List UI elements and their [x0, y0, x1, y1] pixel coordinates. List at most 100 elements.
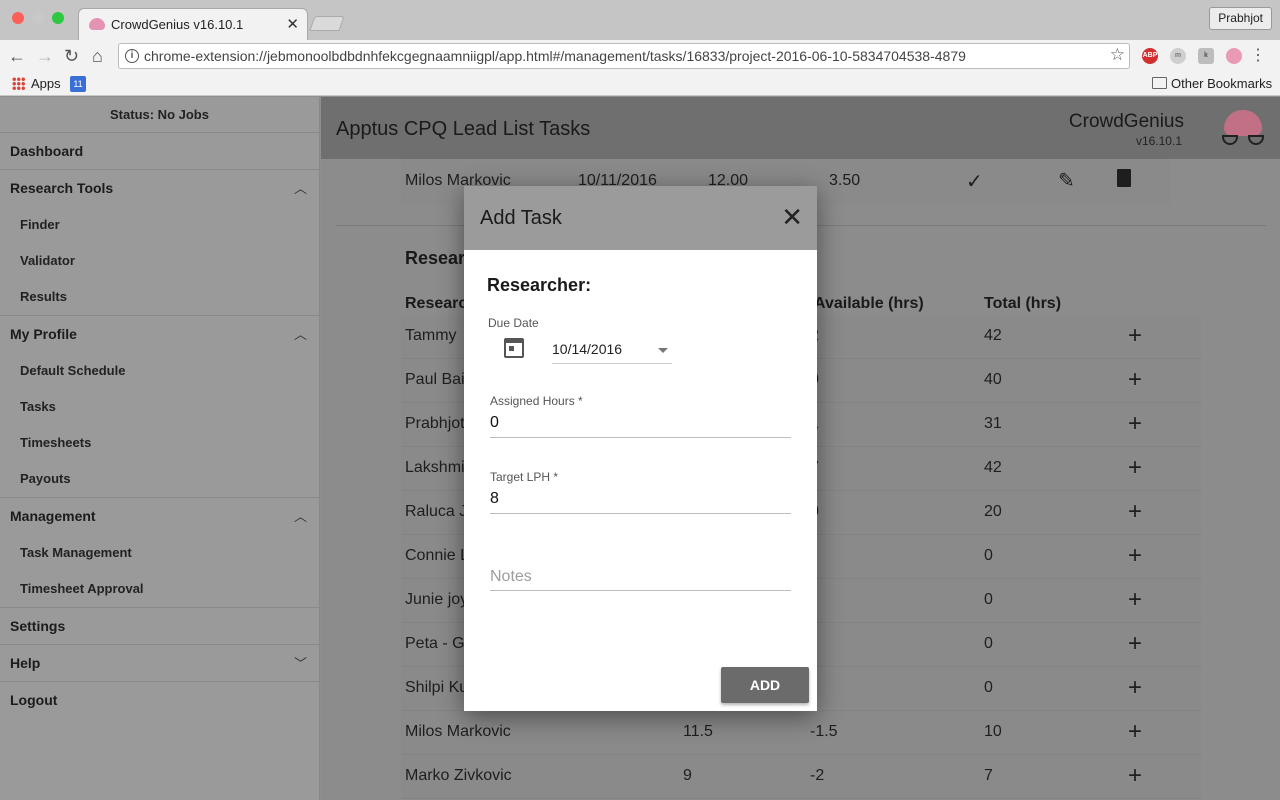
page-title: Apptus CPQ Lead List Tasks [336, 118, 591, 140]
available-value: 11.5 [683, 723, 713, 740]
target-lph-input[interactable] [490, 490, 790, 508]
nav-task-management[interactable]: Task Management [0, 535, 319, 571]
bookmarks-bar: Apps 11 Other Bookmarks [0, 72, 1280, 96]
nav-logout[interactable]: Logout [0, 682, 319, 719]
brain-logo-icon [1224, 110, 1262, 136]
tab-close-icon[interactable]: ✕ [286, 15, 299, 33]
calendar-bookmark-icon[interactable]: 11 [70, 76, 86, 92]
management-group: Task Management Timesheet Approval [0, 535, 319, 608]
close-icon[interactable]: ✕ [781, 202, 803, 232]
add-task-plus-icon[interactable]: + [1128, 629, 1142, 659]
task-lph: 3.50 [829, 172, 861, 189]
calendar-icon[interactable] [504, 338, 524, 358]
add-task-plus-icon[interactable]: + [1128, 673, 1142, 703]
nav-timesheet-approval[interactable]: Timesheet Approval [0, 571, 319, 607]
notes-underline [490, 590, 791, 591]
researcher-name: Marko Zivkovic [405, 767, 512, 784]
nav-my-profile[interactable]: My Profile ︿ [0, 316, 319, 353]
chevron-up-icon[interactable]: ︿ [294, 316, 307, 353]
status-text: Status: No Jobs [0, 97, 319, 133]
info-icon[interactable]: i [125, 49, 139, 63]
browser-tab-bar: CrowdGenius v16.10.1 ✕ Prabhjot [0, 0, 1280, 40]
total-value: 40 [984, 371, 1002, 388]
k-extension-icon[interactable]: k [1198, 48, 1214, 64]
nav-settings[interactable]: Settings [0, 608, 319, 645]
check-icon[interactable]: ✓ [966, 169, 983, 194]
app-header: Apptus CPQ Lead List Tasks CrowdGenius v… [321, 97, 1280, 159]
brain-favicon-icon [89, 18, 105, 30]
browser-tab[interactable]: CrowdGenius v16.10.1 ✕ [78, 8, 308, 40]
nav-default-schedule[interactable]: Default Schedule [0, 353, 319, 389]
add-task-plus-icon[interactable]: + [1128, 453, 1142, 483]
delete-trash-icon[interactable] [1117, 169, 1131, 187]
researcher-name: Lakshmi [405, 459, 465, 476]
nav-results[interactable]: Results [0, 279, 319, 315]
browser-menu-icon[interactable]: ⋮ [1250, 45, 1266, 65]
notes-placeholder[interactable]: Notes [490, 568, 532, 586]
researcher-name: Shilpi Ku [405, 679, 469, 696]
researcher-name: Milos Markovic [405, 723, 511, 740]
nav-dashboard[interactable]: Dashboard [0, 133, 319, 170]
add-task-plus-icon[interactable]: + [1128, 409, 1142, 439]
add-task-plus-icon[interactable]: + [1128, 365, 1142, 395]
chevron-up-icon[interactable]: ︿ [294, 170, 307, 207]
nav-payouts[interactable]: Payouts [0, 461, 319, 497]
researcher-name: Junie joy [405, 591, 469, 608]
assigned-hours-input[interactable] [490, 414, 790, 432]
m-extension-icon[interactable]: m [1170, 48, 1186, 64]
bookmark-star-icon[interactable]: ☆ [1110, 45, 1125, 65]
reload-icon[interactable]: ↻ [64, 45, 79, 67]
address-bar[interactable]: i chrome-extension://jebmonoolbdbdnhfekc… [118, 43, 1130, 69]
other-bookmarks[interactable]: Other Bookmarks [1171, 76, 1272, 91]
back-arrow-icon[interactable]: ← [8, 45, 26, 67]
dialog-title: Add Task [480, 207, 562, 229]
apps-grid-icon[interactable] [12, 77, 25, 90]
nav-help[interactable]: Help ﹀ [0, 645, 319, 682]
adblock-extension-icon[interactable]: ABP [1142, 48, 1158, 64]
caret-down-icon[interactable] [658, 348, 668, 353]
window-zoom-button[interactable] [52, 12, 64, 24]
due-date-value[interactable]: 10/14/2016 [552, 341, 622, 357]
add-task-plus-icon[interactable]: + [1128, 761, 1142, 791]
url-text: chrome-extension://jebmonoolbdbdnhfekcge… [144, 48, 966, 64]
brain-extension-icon[interactable] [1226, 48, 1242, 64]
total-value: 0 [984, 679, 993, 696]
nav-validator[interactable]: Validator [0, 243, 319, 279]
home-icon[interactable]: ⌂ [92, 45, 103, 67]
browser-toolbar: ← → ↻ ⌂ i chrome-extension://jebmonoolbd… [0, 40, 1280, 72]
add-button[interactable]: ADD [721, 667, 809, 703]
apps-bookmark[interactable]: Apps [31, 76, 61, 91]
total-value: 10 [984, 723, 1002, 740]
nav-research-tools[interactable]: Research Tools ︿ [0, 170, 319, 207]
research-tools-group: Finder Validator Results [0, 207, 319, 316]
assigned-hours-label: Assigned Hours * [490, 394, 583, 408]
add-task-plus-icon[interactable]: + [1128, 321, 1142, 351]
add-task-plus-icon[interactable]: + [1128, 585, 1142, 615]
total-value: 31 [984, 415, 1002, 432]
add-task-plus-icon[interactable]: + [1128, 541, 1142, 571]
col-available: Available (hrs) [814, 295, 924, 312]
researcher-name: Paul Bai [405, 371, 465, 388]
total-value: 42 [984, 327, 1002, 344]
profile-button[interactable]: Prabhjot [1209, 7, 1272, 30]
edit-pencil-icon[interactable]: ✎ [1058, 168, 1075, 193]
nav-finder[interactable]: Finder [0, 207, 319, 243]
add-task-plus-icon[interactable]: + [1128, 497, 1142, 527]
chevron-down-icon[interactable]: ﹀ [294, 645, 307, 682]
nav-my-profile-label: My Profile [10, 326, 77, 342]
window-minimize-button[interactable] [32, 12, 44, 24]
add-task-plus-icon[interactable]: + [1128, 717, 1142, 747]
due-date-label: Due Date [488, 316, 539, 330]
nav-management[interactable]: Management ︿ [0, 498, 319, 535]
nav-management-label: Management [10, 508, 96, 524]
new-tab-button[interactable] [309, 16, 345, 31]
nav-tasks[interactable]: Tasks [0, 389, 319, 425]
brand-version: v16.10.1 [1135, 134, 1182, 148]
chevron-up-icon[interactable]: ︿ [294, 498, 307, 535]
window-close-button[interactable] [12, 12, 24, 24]
nav-timesheets[interactable]: Timesheets [0, 425, 319, 461]
remaining-value: -2 [810, 767, 825, 784]
sidebar: Status: No Jobs Dashboard Research Tools… [0, 97, 320, 800]
forward-arrow-icon[interactable]: → [36, 45, 54, 67]
dialog-header: Add Task ✕ [464, 186, 817, 250]
